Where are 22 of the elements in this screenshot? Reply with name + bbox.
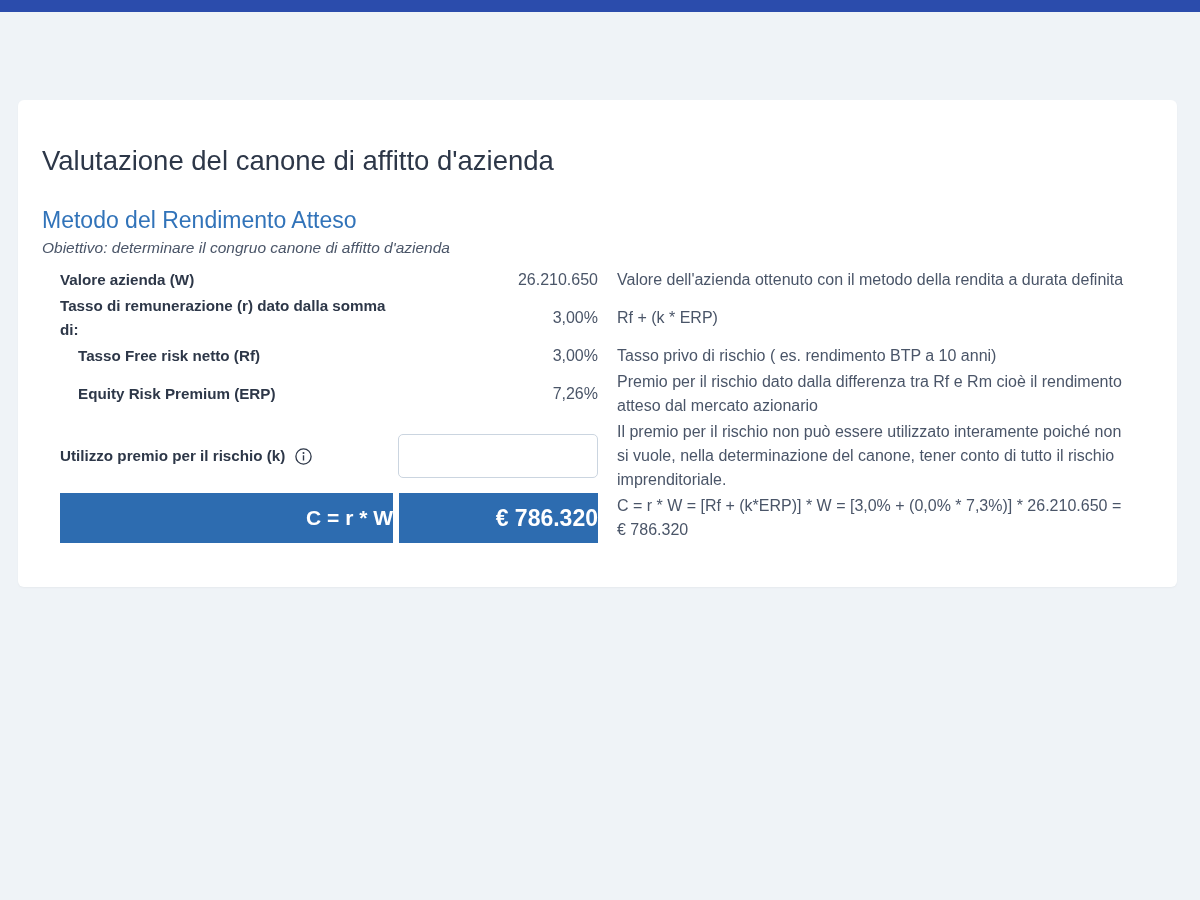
row-value: 26.210.650	[517, 270, 598, 290]
row-value: 7,26%	[552, 384, 598, 404]
formula-label: C = r * W	[60, 493, 393, 543]
page-title: Valutazione del canone di affitto d'azienda	[42, 144, 555, 178]
row-description: Tasso privo di rischio ( es. rendimento BTP a 10 anni)	[617, 346, 998, 366]
row-value: 3,00%	[552, 346, 598, 366]
row-description: Valore dell'azienda ottenuto con il metodo della rendita a durata definita	[617, 270, 1125, 290]
section-title: Metodo del Rendimento Atteso	[42, 206, 358, 234]
row-label: Tasso Free risk netto (Rf)	[77, 346, 261, 366]
row-label: Tasso di remunerazione (r) dato dalla somma di:	[60, 296, 387, 340]
row-description: C = r * W = [Rf + (k*ERP)] * W = [3,0% + (0,0% * 7,3%)] * 26.210.650 = € 786.320	[617, 496, 1123, 540]
row-description: Il premio per il rischio non può essere utilizzato interamente poiché non si vuole, nella determinazione del canone, tener conto di tutto il rischio imprenditoriale.	[617, 422, 1123, 490]
row-label: Utilizzo premio per il rischio (k)	[60, 446, 286, 466]
input-field[interactable]	[398, 434, 598, 478]
result-value: € 786.320	[399, 493, 598, 543]
row-label: Equity Risk Premium (ERP)	[77, 384, 277, 404]
row-description: Rf + (k * ERP)	[617, 308, 719, 328]
objective-text: Obiettivo: determinare il congruo canone di affitto d'azienda	[42, 238, 451, 258]
row-description: Premio per il rischio dato dalla differenza tra Rf e Rm cioè il rendimento atteso dal mercato azionario	[617, 372, 1123, 416]
row-label: Valore azienda (W)	[60, 270, 196, 290]
row-value: 3,00%	[552, 308, 598, 328]
info-icon[interactable]	[295, 447, 313, 465]
